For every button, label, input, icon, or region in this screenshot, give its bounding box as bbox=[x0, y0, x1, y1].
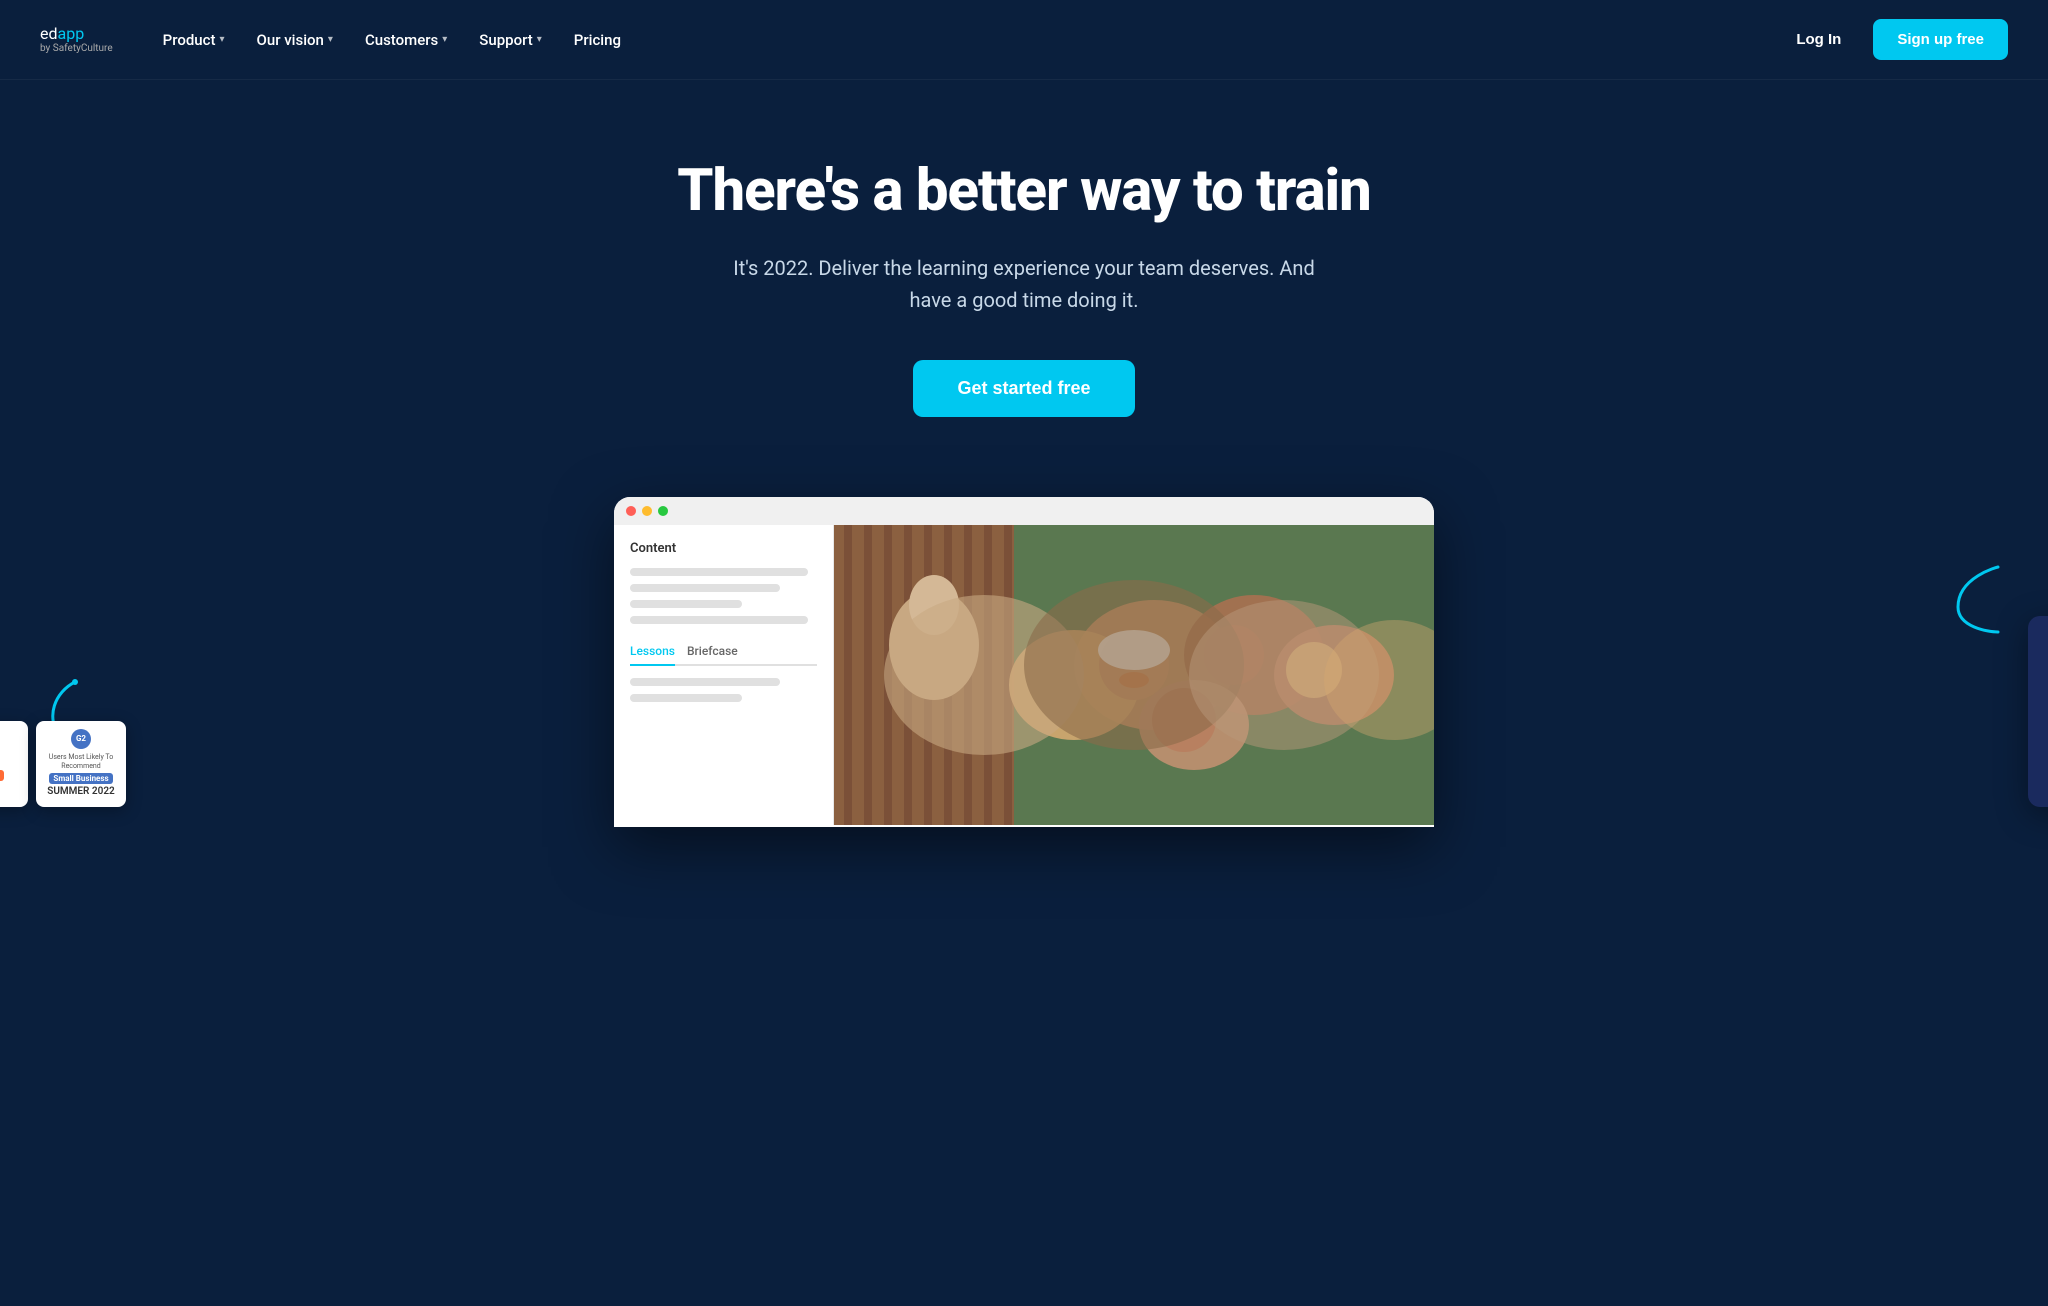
badge-recommend: G2 Users Most Likely To Recommend Small … bbox=[36, 721, 126, 807]
g2-icon-3: G2 bbox=[71, 729, 91, 749]
browser-bar bbox=[614, 497, 1434, 525]
badge-period-3: SUMMER 2022 bbox=[46, 786, 116, 797]
chevron-down-icon: ▾ bbox=[442, 34, 447, 45]
preview-section: G2 Easiest To Do Business With Enterpris… bbox=[0, 477, 2048, 827]
nav-link-support[interactable]: Support ▾ bbox=[465, 23, 556, 57]
nav-links: Product ▾ Our vision ▾ Customers ▾ Suppo… bbox=[149, 23, 635, 57]
chevron-down-icon: ▾ bbox=[537, 34, 542, 45]
browser-dot-red bbox=[626, 506, 636, 516]
badge-season-3: Small Business bbox=[49, 773, 112, 784]
quiz-results-card: Your quiz results are in! SCORE 10288 CO… bbox=[2028, 616, 2048, 807]
nav-link-customers[interactable]: Customers ▾ bbox=[351, 23, 461, 57]
tab-lessons[interactable]: Lessons bbox=[630, 644, 675, 666]
people-photo bbox=[834, 525, 1434, 825]
chevron-down-icon: ▾ bbox=[328, 34, 333, 45]
hero-title: There's a better way to train bbox=[677, 160, 1371, 224]
browser-sidebar: Content Lessons Briefcase bbox=[614, 525, 834, 825]
browser-sidebar-title: Content bbox=[630, 541, 817, 556]
browser-tabs: Lessons Briefcase bbox=[630, 644, 817, 666]
logo-ed: ed bbox=[40, 24, 58, 43]
nav-item-ourvision[interactable]: Our vision ▾ bbox=[243, 23, 347, 57]
browser-line-4 bbox=[630, 616, 808, 624]
badge-text-3: Users Most Likely To Recommend bbox=[46, 753, 116, 771]
logo-app: app bbox=[58, 24, 85, 43]
navbar-right: Log In Sign up free bbox=[1780, 19, 2008, 60]
decorative-curve-right bbox=[1948, 557, 2008, 637]
browser-line-3 bbox=[630, 600, 742, 608]
people-overlay bbox=[834, 525, 1434, 825]
logo-tagline: by SafetyCulture bbox=[40, 44, 113, 54]
browser-line-5 bbox=[630, 678, 780, 686]
navbar-left: edapp by SafetyCulture Product ▾ Our vis… bbox=[40, 23, 635, 57]
cta-button[interactable]: Get started free bbox=[913, 360, 1134, 417]
badges-container: G2 Easiest To Do Business With Enterpris… bbox=[0, 721, 126, 807]
badge-season-2: SUMMER bbox=[0, 770, 4, 781]
browser-content: Content Lessons Briefcase bbox=[614, 525, 1434, 825]
badge-period-2: 2022 bbox=[0, 783, 18, 794]
logo[interactable]: edapp by SafetyCulture bbox=[40, 26, 113, 54]
nav-item-pricing[interactable]: Pricing bbox=[560, 23, 635, 57]
nav-link-product[interactable]: Product ▾ bbox=[149, 23, 239, 57]
nav-link-pricing[interactable]: Pricing bbox=[560, 23, 635, 57]
chevron-down-icon: ▾ bbox=[219, 34, 224, 45]
browser-mockup: Content Lessons Briefcase bbox=[614, 497, 1434, 827]
tab-briefcase[interactable]: Briefcase bbox=[687, 644, 738, 658]
nav-item-customers[interactable]: Customers ▾ bbox=[351, 23, 461, 57]
browser-dot-yellow bbox=[642, 506, 652, 516]
badge-leader: G2 Leader SUMMER 2022 bbox=[0, 721, 28, 807]
signup-button[interactable]: Sign up free bbox=[1873, 19, 2008, 60]
browser-photo-area bbox=[834, 525, 1434, 825]
browser-line-1 bbox=[630, 568, 808, 576]
nav-link-ourvision[interactable]: Our vision ▾ bbox=[243, 23, 347, 57]
hero-section: There's a better way to train It's 2022.… bbox=[0, 80, 2048, 477]
hero-subtitle: It's 2022. Deliver the learning experien… bbox=[714, 252, 1334, 316]
navbar: edapp by SafetyCulture Product ▾ Our vis… bbox=[0, 0, 2048, 80]
browser-line-2 bbox=[630, 584, 780, 592]
browser-line-6 bbox=[630, 694, 742, 702]
browser-dot-green bbox=[658, 506, 668, 516]
badge-title-2: Leader bbox=[0, 753, 18, 766]
login-button[interactable]: Log In bbox=[1780, 23, 1857, 56]
nav-item-support[interactable]: Support ▾ bbox=[465, 23, 556, 57]
nav-item-product[interactable]: Product ▾ bbox=[149, 23, 239, 57]
